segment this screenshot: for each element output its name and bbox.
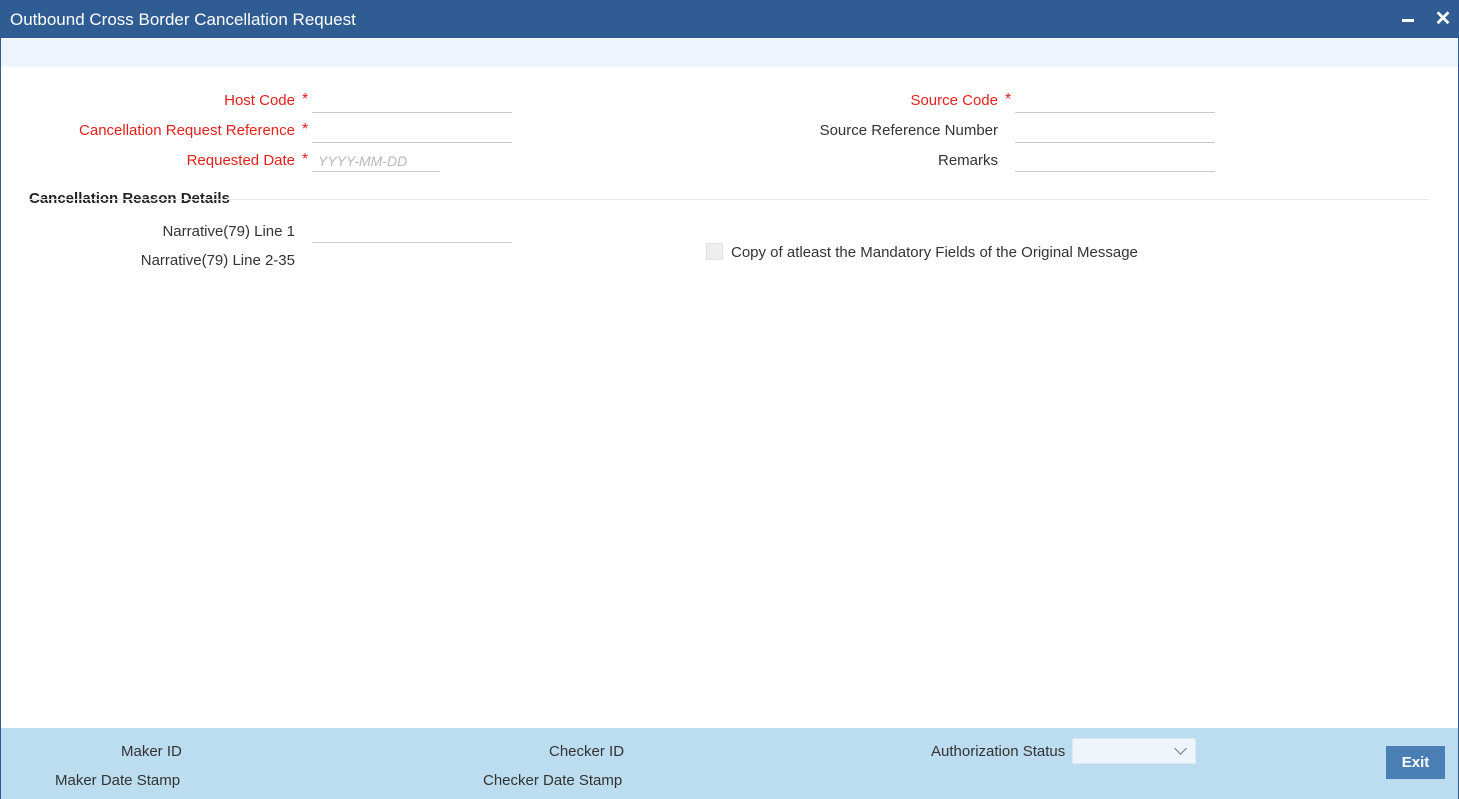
host-code-input[interactable] xyxy=(312,91,512,113)
authorization-status-label: Authorization Status xyxy=(931,743,1066,760)
minimize-icon[interactable] xyxy=(1397,7,1419,31)
source-code-label: Source Code xyxy=(910,92,998,109)
source-reference-number-input[interactable] xyxy=(1015,121,1215,143)
copy-mandatory-fields-label: Copy of atleast the Mandatory Fields of … xyxy=(731,244,1138,261)
source-code-required-marker: * xyxy=(1005,91,1012,108)
authorization-status-select[interactable] xyxy=(1072,738,1196,764)
narrative-line2-35-label: Narrative(79) Line 2-35 xyxy=(140,252,295,269)
maker-id-label: Maker ID xyxy=(121,743,182,760)
cancellation-request-window: Outbound Cross Border Cancellation Reque… xyxy=(0,0,1459,799)
requested-date-label: Requested Date xyxy=(186,152,295,169)
cancellation-request-reference-input[interactable] xyxy=(312,121,512,143)
close-icon[interactable]: ✕ xyxy=(1432,7,1454,31)
toolbar-strip xyxy=(1,38,1458,67)
host-code-required-marker: * xyxy=(302,91,309,108)
section-divider xyxy=(29,199,1429,200)
remarks-label: Remarks xyxy=(937,152,998,169)
title-bar: Outbound Cross Border Cancellation Reque… xyxy=(1,1,1458,38)
cancellation-request-reference-required-marker: * xyxy=(302,121,309,138)
remarks-input[interactable] xyxy=(1015,150,1215,172)
cancellation-request-reference-label: Cancellation Request Reference xyxy=(79,122,295,139)
requested-date-input[interactable] xyxy=(312,150,440,172)
source-code-input[interactable] xyxy=(1015,91,1215,113)
window-title: Outbound Cross Border Cancellation Reque… xyxy=(10,10,356,29)
exit-button[interactable]: Exit xyxy=(1386,746,1445,779)
chevron-down-icon xyxy=(1174,742,1187,755)
narrative-line1-input[interactable] xyxy=(312,221,512,243)
checker-id-label: Checker ID xyxy=(549,743,625,760)
audit-footer: Maker ID Maker Date Stamp Checker ID Che… xyxy=(1,728,1458,799)
checker-date-stamp-label: Checker Date Stamp xyxy=(483,772,623,789)
host-code-label: Host Code xyxy=(224,92,295,109)
maker-date-stamp-label: Maker Date Stamp xyxy=(55,772,181,789)
requested-date-required-marker: * xyxy=(302,151,309,168)
source-reference-number-label: Source Reference Number xyxy=(819,122,998,139)
narrative-line1-label: Narrative(79) Line 1 xyxy=(162,223,295,240)
copy-mandatory-fields-checkbox[interactable] xyxy=(706,243,723,260)
